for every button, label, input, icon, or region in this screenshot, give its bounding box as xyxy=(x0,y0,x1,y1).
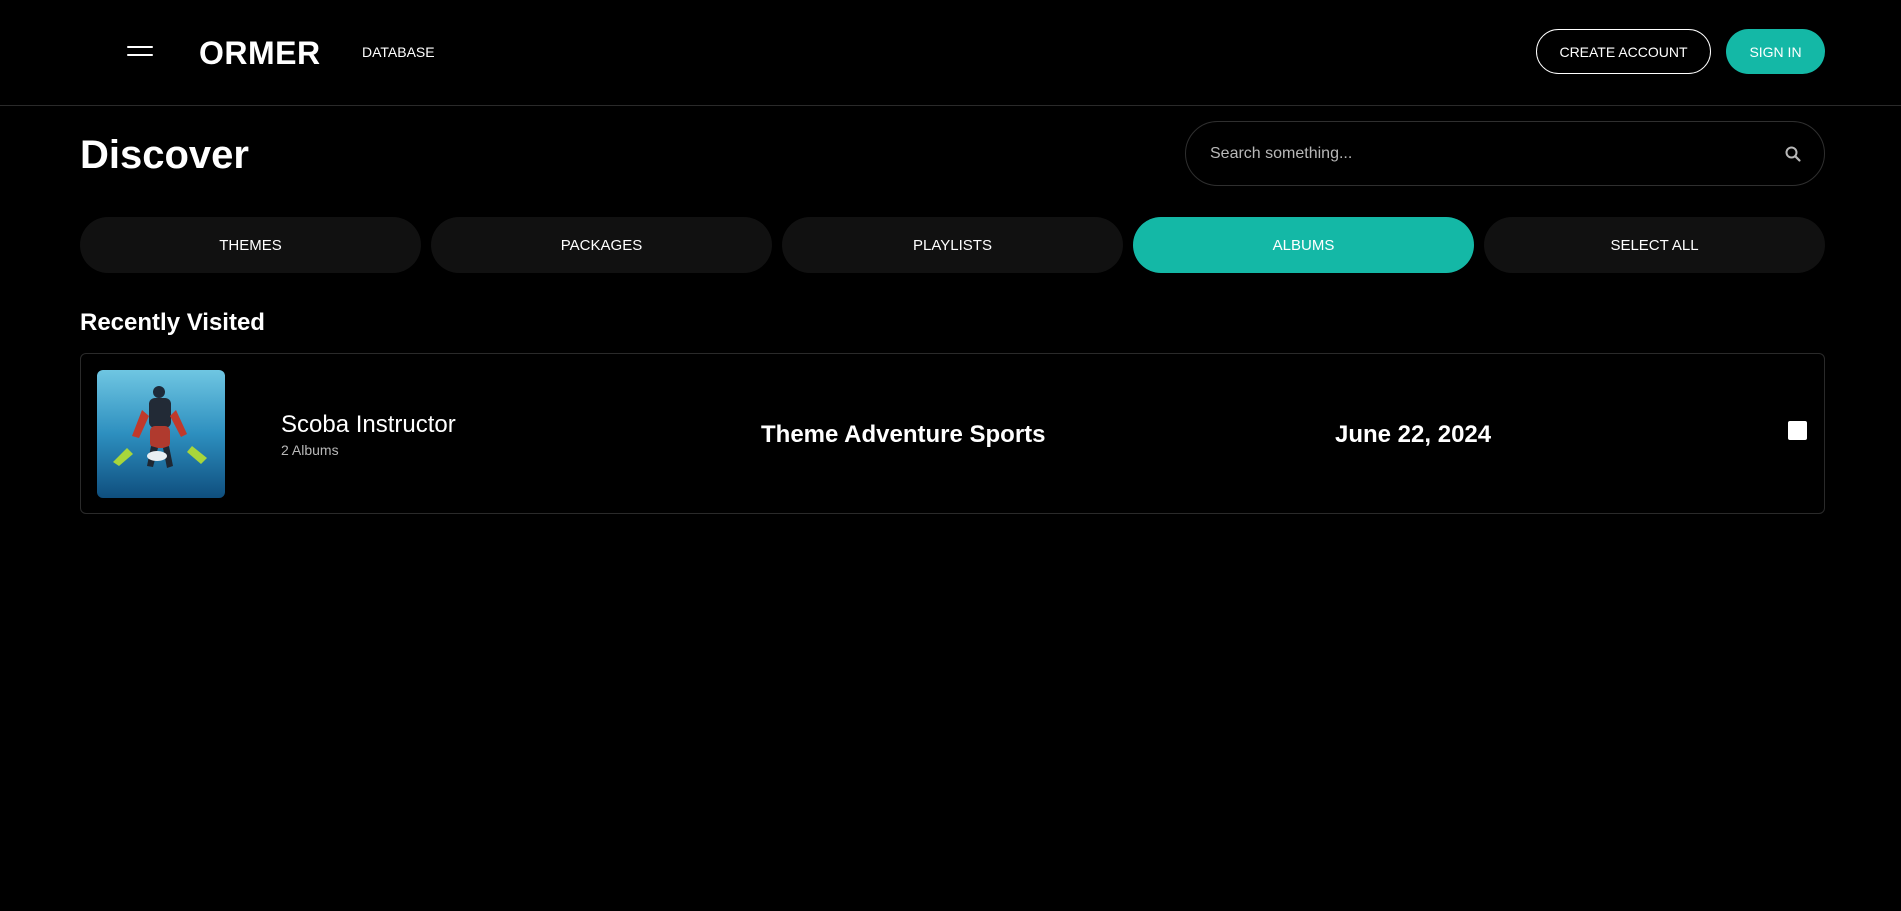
item-title[interactable]: Scoba Instructor xyxy=(281,411,456,439)
album-thumbnail[interactable] xyxy=(97,370,225,498)
list-item[interactable]: Scoba Instructor 2 Albums Theme Adventur… xyxy=(80,353,1825,514)
hamburger-line xyxy=(127,54,153,56)
item-date: June 22, 2024 xyxy=(1335,421,1492,448)
category-tabs: THEMES PACKAGES PLAYLISTS ALBUMS SELECT … xyxy=(80,217,1825,273)
item-subtitle: 2 Albums xyxy=(281,442,339,458)
tab-albums[interactable]: ALBUMS xyxy=(1133,217,1474,273)
section-title-recently-visited: Recently Visited xyxy=(80,309,265,336)
tab-themes[interactable]: THEMES xyxy=(80,217,421,273)
search-icon[interactable] xyxy=(1784,145,1802,163)
hamburger-menu-icon[interactable] xyxy=(127,44,153,60)
hamburger-line xyxy=(127,46,153,48)
tab-select-all[interactable]: SELECT ALL xyxy=(1484,217,1825,273)
tab-playlists[interactable]: PLAYLISTS xyxy=(782,217,1123,273)
top-header: ORMER DATABASE CREATE ACCOUNT SIGN IN xyxy=(0,0,1901,106)
create-account-button[interactable]: CREATE ACCOUNT xyxy=(1536,29,1711,74)
page-title: Discover xyxy=(80,133,249,177)
brand-logo[interactable]: ORMER xyxy=(199,33,321,73)
sign-in-button[interactable]: SIGN IN xyxy=(1726,29,1825,74)
search-box xyxy=(1185,121,1825,186)
tab-packages[interactable]: PACKAGES xyxy=(431,217,772,273)
search-input[interactable] xyxy=(1210,122,1750,185)
nav-link-database[interactable]: DATABASE xyxy=(362,43,435,61)
item-theme: Theme Adventure Sports xyxy=(761,421,1046,448)
item-checkbox[interactable] xyxy=(1788,421,1807,440)
scuba-diver-image xyxy=(97,370,225,498)
